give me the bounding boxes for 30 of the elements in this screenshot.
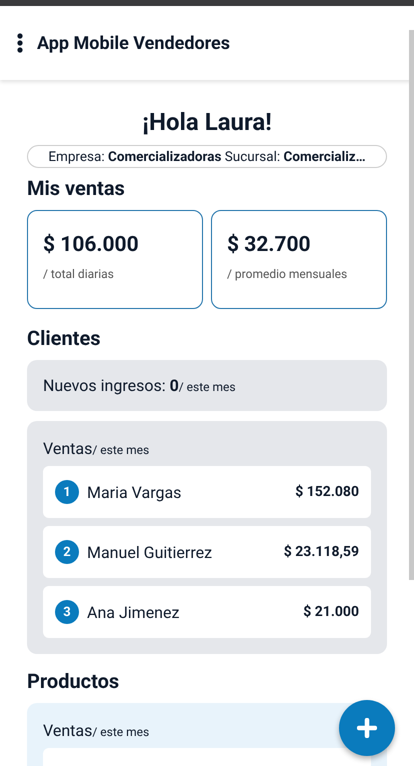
amount-text: $ 106.000: [43, 233, 139, 257]
rank-badge: 3: [55, 600, 79, 624]
rank-badge: 1: [55, 480, 79, 504]
section-heading: Mis ventas: [27, 176, 126, 200]
section-heading: Productos: [27, 669, 120, 693]
add-button[interactable]: [339, 700, 395, 756]
client-item[interactable]: 3 Ana Jimenez $ 21.000: [43, 586, 371, 638]
menu-button[interactable]: [15, 31, 25, 55]
caption-text: / total diarias: [43, 267, 114, 281]
sales-amount: $ 23.118,59: [284, 544, 359, 560]
scrollbar[interactable]: [409, 30, 414, 580]
sales-amount: $ 152.080: [295, 484, 359, 500]
sales-label: Ventas/ este mes: [43, 439, 150, 458]
client-name: Manuel Guitierrez: [87, 542, 214, 562]
caption-text: / promedio mensuales: [227, 267, 348, 281]
menu-icon: [17, 33, 23, 53]
greeting-heading: ¡Hola Laura!: [141, 108, 273, 136]
app-title: App Mobile Vendedores: [37, 32, 230, 54]
client-name: Ana Jimenez: [87, 602, 180, 622]
amount-text: $ 32.700: [227, 233, 311, 257]
plus-icon: [357, 718, 377, 738]
client-item[interactable]: 1 Maria Vargas $ 152.080: [43, 466, 371, 518]
client-item[interactable]: 2 Manuel Guitierrez $ 23.118,59: [43, 526, 371, 578]
company-branch-pill: Empresa: Comercializadoras Sucursal: Comercializ…: [27, 145, 387, 168]
rank-badge: 2: [55, 540, 79, 564]
client-name: Maria Vargas: [87, 482, 182, 502]
new-clients-text: Nuevos ingresos: 0/ este mes: [43, 376, 236, 395]
sales-label: Ventas/ este mes: [43, 721, 150, 740]
sales-amount: $ 21.000: [303, 604, 359, 620]
section-heading: Clientes: [27, 326, 102, 350]
